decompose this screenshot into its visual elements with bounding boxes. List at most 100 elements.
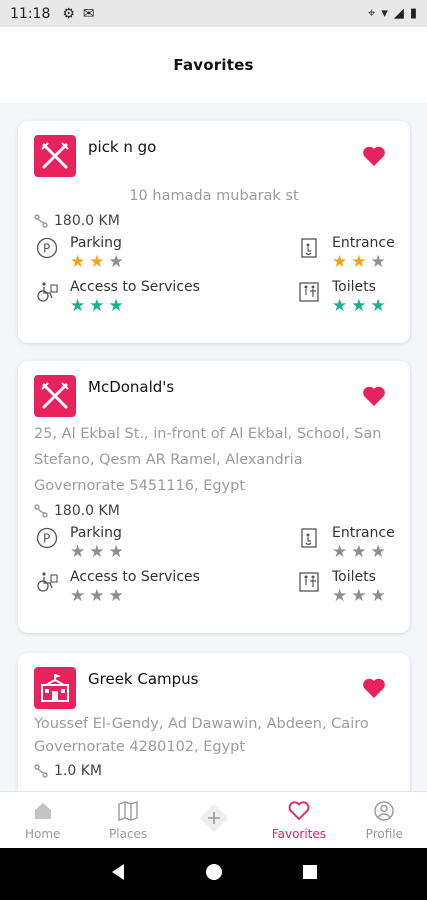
nav-home-label: Home	[24, 827, 61, 841]
nav-home[interactable]: Home	[0, 792, 85, 848]
attribute-label: Toilets	[332, 569, 376, 585]
nav-places-label: Places	[109, 827, 148, 841]
star-icon: ★	[108, 586, 124, 606]
attribute-label: Parking	[70, 525, 122, 541]
wheelchair-icon	[34, 569, 60, 595]
bottom-navigation: Home Places Favorites Profile	[0, 791, 427, 848]
home-button-icon[interactable]	[205, 863, 223, 885]
attribute-label: Access to Services	[70, 569, 200, 585]
star-icon: ★	[351, 586, 367, 606]
fork-knife-icon	[34, 375, 76, 417]
place-name: McDonald's	[88, 378, 175, 396]
attribute-label: Entrance	[332, 235, 395, 251]
star-icon: ★	[370, 296, 386, 316]
attribute-access: Access to Services ★ ★ ★	[34, 279, 214, 315]
star-icon: ★	[370, 542, 386, 562]
attribute-label: Toilets	[332, 279, 376, 295]
star-icon: ★	[332, 296, 348, 316]
attribute-parking: P Parking ★ ★ ★	[34, 235, 214, 271]
heart-outline-icon	[288, 799, 310, 823]
star-icon: ★	[70, 252, 86, 272]
page-title: Favorites	[173, 56, 254, 74]
wifi-icon: ▾	[381, 6, 388, 21]
place-address: Youssef El-Gendy, Ad Dawawin, Abdeen, Ca…	[34, 716, 369, 755]
signal-icon: ◢	[393, 6, 404, 21]
add-icon	[197, 803, 231, 833]
nav-profile-label: Profile	[365, 827, 403, 841]
status-time: 11:18	[10, 5, 51, 22]
place-card[interactable]: McDonald's 25, Al Ekbal St., in-front of…	[18, 361, 410, 633]
star-icon: ★	[351, 542, 367, 562]
nav-places[interactable]: Places	[85, 792, 170, 848]
battery-icon: ▮	[409, 6, 417, 21]
route-icon	[34, 764, 48, 778]
star-icon: ★	[370, 252, 386, 272]
location-icon: ⌖	[367, 6, 376, 21]
favorite-heart-icon[interactable]	[362, 385, 386, 411]
star-icon: ★	[70, 542, 86, 562]
favorite-heart-icon[interactable]	[362, 145, 386, 171]
place-address: 25, Al Ekbal St., in-front of Al Ekbal, …	[34, 426, 382, 494]
place-distance: 1.0 KM	[34, 763, 394, 779]
toilet-icon	[296, 279, 322, 305]
rating-stars: ★ ★ ★	[70, 298, 200, 315]
back-icon[interactable]	[109, 863, 127, 885]
place-distance: 180.0 KM	[34, 213, 394, 229]
star-icon: ★	[108, 296, 124, 316]
distance-value: 180.0 KM	[54, 503, 120, 519]
rating-stars: ★ ★ ★	[70, 544, 124, 561]
home-icon	[33, 799, 53, 823]
rating-stars: ★ ★ ★	[70, 588, 200, 605]
svg-text:P: P	[43, 532, 50, 546]
distance-value: 1.0 KM	[54, 763, 102, 779]
star-icon: ★	[89, 296, 105, 316]
route-icon	[34, 214, 48, 228]
star-icon: ★	[108, 252, 124, 272]
nav-favorites[interactable]: Favorites	[256, 792, 341, 848]
attribute-label: Entrance	[332, 525, 395, 541]
star-icon: ★	[89, 542, 105, 562]
place-card[interactable]: Greek Campus Youssef El-Gendy, Ad Dawawi…	[18, 653, 410, 791]
route-icon	[34, 504, 48, 518]
status-bar: 11:18 ⚙ ✉ ⌖ ▾ ◢ ▮	[0, 0, 427, 27]
attribute-entrance: Entrance ★ ★ ★	[214, 235, 395, 272]
status-icons: ⌖ ▾ ◢ ▮	[368, 6, 417, 21]
star-icon: ★	[332, 586, 348, 606]
toilet-icon	[296, 569, 322, 595]
star-icon: ★	[70, 586, 86, 606]
attribute-label: Parking	[70, 235, 122, 251]
parking-icon: P	[34, 525, 60, 551]
favorite-heart-icon[interactable]	[362, 677, 386, 703]
nav-profile[interactable]: Profile	[342, 792, 427, 848]
attribute-toilets: Toilets ★ ★ ★	[214, 569, 394, 605]
attribute-entrance: Entrance ★ ★ ★	[214, 525, 395, 562]
rating-stars: ★ ★ ★	[70, 254, 124, 271]
place-distance: 180.0 KM	[34, 503, 394, 519]
attribute-toilets: Toilets ★ ★ ★	[214, 279, 394, 315]
nav-add[interactable]	[171, 792, 256, 848]
recents-icon[interactable]	[302, 864, 318, 884]
svg-text:P: P	[43, 242, 50, 256]
star-icon: ★	[70, 296, 86, 316]
star-icon: ★	[108, 542, 124, 562]
star-icon: ★	[332, 542, 348, 562]
map-icon	[117, 799, 139, 823]
star-icon: ★	[332, 252, 348, 272]
entrance-icon	[296, 525, 322, 551]
wheelchair-icon	[34, 279, 60, 305]
profile-icon	[373, 799, 395, 823]
star-icon: ★	[351, 252, 367, 272]
fork-knife-icon	[34, 135, 76, 177]
favorites-list[interactable]: pick n go 10 hamada mubarak st 180.0 KM …	[0, 103, 427, 791]
distance-value: 180.0 KM	[54, 213, 120, 229]
star-icon: ★	[89, 252, 105, 272]
parking-icon: P	[34, 235, 60, 261]
place-card[interactable]: pick n go 10 hamada mubarak st 180.0 KM …	[18, 121, 410, 343]
rating-stars: ★ ★ ★	[332, 298, 394, 315]
place-name: pick n go	[88, 138, 157, 156]
app-bar: Favorites	[0, 27, 427, 103]
school-building-icon	[34, 667, 76, 709]
attribute-parking: P Parking ★ ★ ★	[34, 525, 214, 561]
nav-favorites-label: Favorites	[271, 827, 327, 841]
settings-icon: ⚙	[62, 5, 75, 22]
